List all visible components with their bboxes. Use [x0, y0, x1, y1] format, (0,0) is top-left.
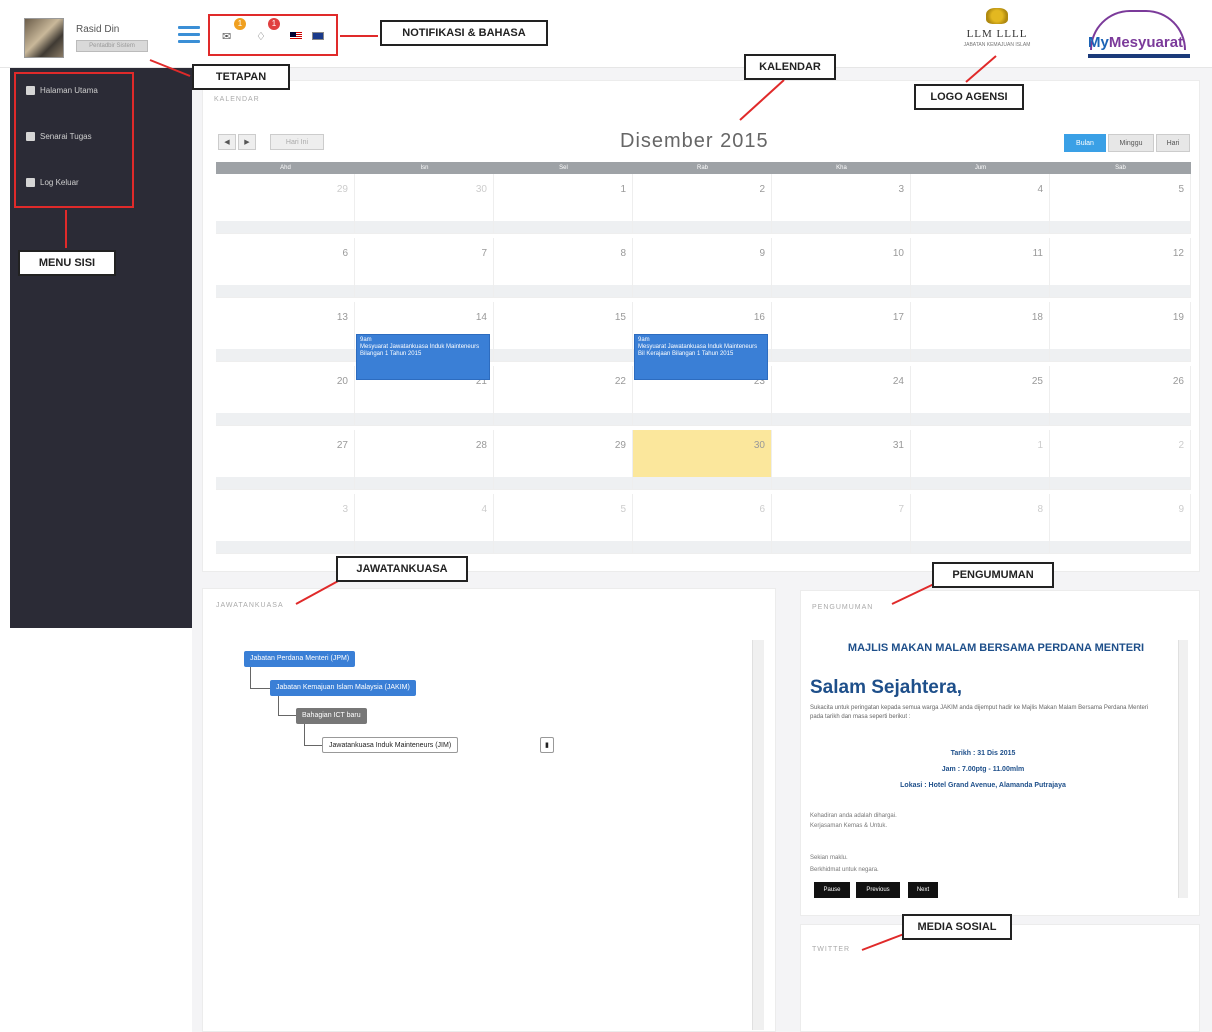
callout-calendar: KALENDAR: [744, 54, 836, 80]
app-root: Rasid Din Pentadbir Sistem ✉ 1 ♢ 1 LLM L…: [0, 0, 1212, 1032]
callout-logo: LOGO AGENSI: [914, 84, 1024, 110]
callout-settings: TETAPAN: [192, 64, 290, 90]
callout-arrows: [65, 35, 997, 951]
callout-social: MEDIA SOSIAL: [902, 914, 1012, 940]
callout-notification: NOTIFIKASI & BAHASA: [380, 20, 548, 46]
callout-side-menu: MENU SISI: [18, 250, 116, 276]
callout-committee: JAWATANKUASA: [336, 556, 468, 582]
callout-announcement: PENGUMUMAN: [932, 562, 1054, 588]
